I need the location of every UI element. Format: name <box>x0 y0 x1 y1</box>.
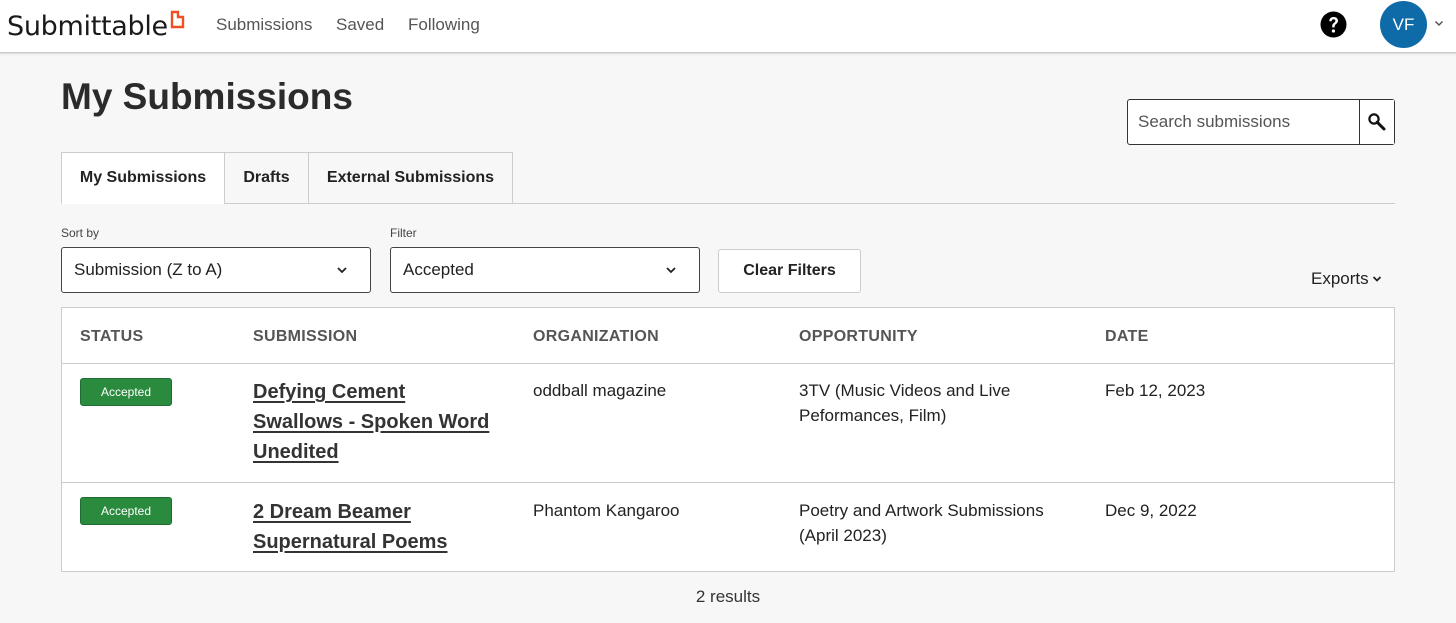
question-circle-icon[interactable] <box>1320 11 1347 38</box>
tab-my-submissions[interactable]: My Submissions <box>61 152 225 204</box>
submissions-table: STATUS SUBMISSION ORGANIZATION OPPORTUNI… <box>61 307 1395 572</box>
tab-external-submissions[interactable]: External Submissions <box>308 152 513 204</box>
chevron-down-icon <box>337 267 347 274</box>
submission-link[interactable]: 2 Dream Beamer Supernatural Poems <box>253 497 503 557</box>
opportunity-cell: 3TV (Music Videos and Live Peformances, … <box>799 378 1010 428</box>
submission-title-line: Unedited <box>253 441 339 463</box>
chevron-down-icon[interactable] <box>1434 20 1444 27</box>
organization-cell: oddball magazine <box>533 381 667 400</box>
column-header-status[interactable]: STATUS <box>80 328 143 346</box>
date-cell: Dec 9, 2022 <box>1105 501 1197 520</box>
chevron-down-icon <box>1372 276 1381 282</box>
column-header-date[interactable]: DATE <box>1105 328 1149 346</box>
submission-title-line: Defying Cement <box>253 381 406 403</box>
submission-title-line: 2 Dream Beamer <box>253 501 411 523</box>
filter-select[interactable]: Accepted <box>390 247 700 293</box>
submission-link[interactable]: Defying Cement Swallows - Spoken Word Un… <box>253 377 503 467</box>
search-icon <box>1368 113 1386 131</box>
user-avatar[interactable]: VF <box>1380 1 1427 48</box>
sort-label: Sort by <box>61 226 100 240</box>
search-box <box>1127 99 1395 145</box>
filter-label: Filter <box>390 226 417 240</box>
organization-cell: Phantom Kangaroo <box>533 501 680 520</box>
opportunity-line: Peformances, Film) <box>799 406 947 425</box>
clear-filters-button[interactable]: Clear Filters <box>718 249 861 293</box>
row-divider <box>62 363 1394 364</box>
column-header-submission[interactable]: SUBMISSION <box>253 328 357 346</box>
nav-link-submissions[interactable]: Submissions <box>216 15 312 35</box>
page-title: My Submissions <box>61 76 353 117</box>
status-badge: Accepted <box>80 378 172 406</box>
exports-label: Exports <box>1311 269 1369 288</box>
search-button[interactable] <box>1359 100 1394 144</box>
app-logo[interactable]: Submittable <box>7 11 168 42</box>
opportunity-line: Poetry and Artwork Submissions <box>799 501 1044 520</box>
nav-link-following[interactable]: Following <box>408 15 480 35</box>
sort-select[interactable]: Submission (Z to A) <box>61 247 371 293</box>
column-header-opportunity[interactable]: OPPORTUNITY <box>799 328 918 346</box>
filter-value: Accepted <box>403 260 474 279</box>
row-divider <box>62 482 1394 483</box>
opportunity-line: 3TV (Music Videos and Live <box>799 381 1011 400</box>
opportunity-cell: Poetry and Artwork Submissions (April 20… <box>799 498 1044 548</box>
sort-value: Submission (Z to A) <box>74 260 223 279</box>
chevron-down-icon <box>666 267 676 274</box>
search-input[interactable] <box>1128 100 1359 144</box>
opportunity-line: (April 2023) <box>799 526 887 545</box>
exports-dropdown[interactable]: Exports <box>1311 269 1382 289</box>
top-navigation-bar: Submittable Submissions Saved Following … <box>0 0 1456 53</box>
nav-link-saved[interactable]: Saved <box>336 15 384 35</box>
results-count: 2 results <box>695 587 761 606</box>
tab-drafts[interactable]: Drafts <box>224 152 309 204</box>
submission-title-line: Swallows - Spoken Word <box>253 411 490 433</box>
date-cell: Feb 12, 2023 <box>1105 381 1206 400</box>
status-badge: Accepted <box>80 497 172 525</box>
column-header-organization[interactable]: ORGANIZATION <box>533 328 659 346</box>
submission-title-line: Supernatural Poems <box>253 531 448 553</box>
logo-mark-icon <box>170 10 185 29</box>
